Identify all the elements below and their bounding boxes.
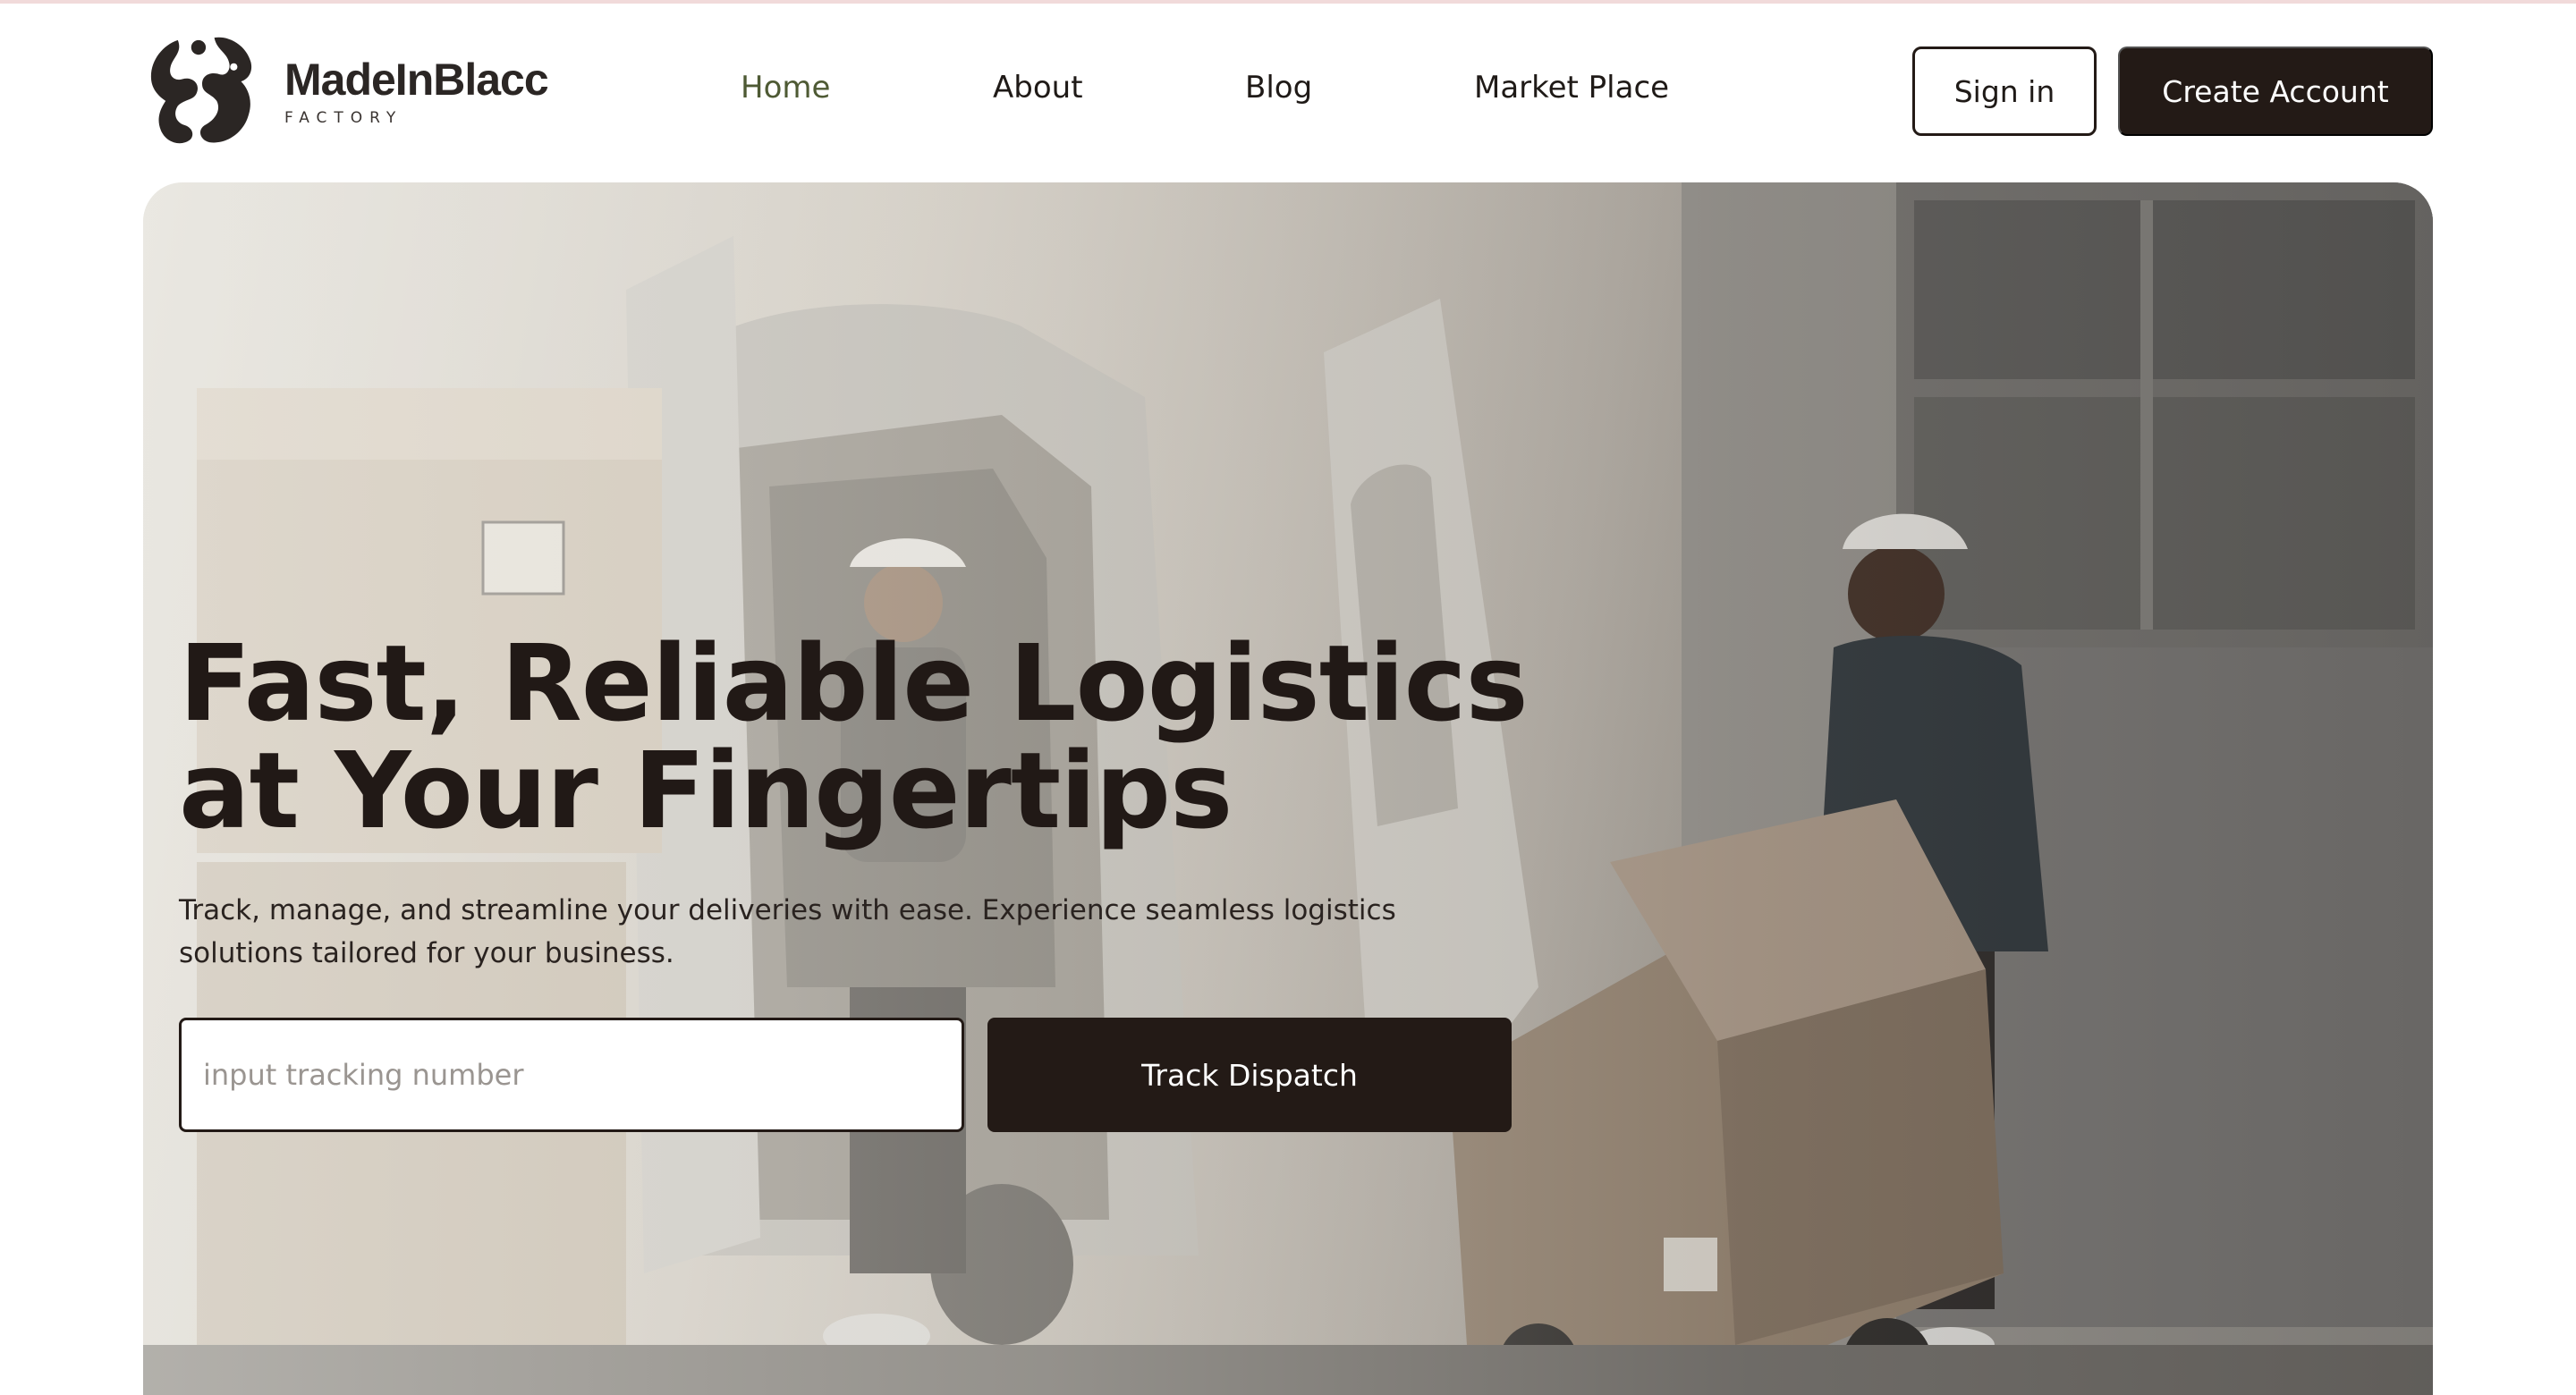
hero-title-line-2: at Your Fingertips	[179, 729, 1233, 852]
tracking-number-input[interactable]	[179, 1018, 964, 1132]
tracking-form: Track Dispatch	[179, 1018, 1699, 1132]
nav-link-home[interactable]: Home	[741, 70, 830, 106]
sign-in-button[interactable]: Sign in	[1912, 46, 2097, 136]
track-dispatch-button[interactable]: Track Dispatch	[987, 1018, 1512, 1132]
hero-description: Track, manage, and streamline your deliv…	[179, 894, 1396, 969]
hero-content: Fast, Reliable Logistics at Your Fingert…	[179, 630, 1699, 1132]
create-account-button[interactable]: Create Account	[2118, 46, 2433, 136]
nav-link-about[interactable]: About	[993, 70, 1083, 106]
nav-link-blog[interactable]: Blog	[1245, 70, 1312, 106]
hero-title-line-1: Fast, Reliable Logistics	[179, 621, 1529, 745]
hero-title: Fast, Reliable Logistics at Your Fingert…	[179, 630, 1699, 844]
hero-section: Fast, Reliable Logistics at Your Fingert…	[143, 182, 2433, 1395]
navbar: MadeInBlacc FACTORY Home About Blog Mark…	[0, 4, 2576, 179]
nav-link-market-place[interactable]: Market Place	[1474, 70, 1669, 106]
